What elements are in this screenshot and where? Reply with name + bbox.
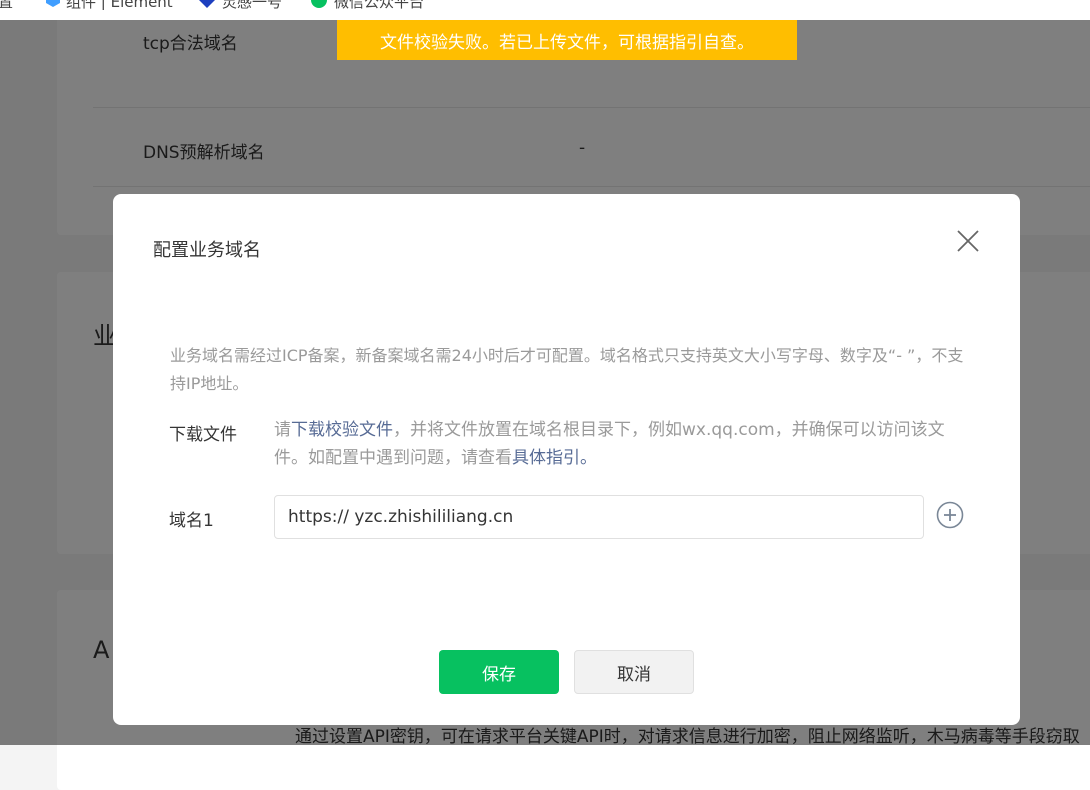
instruction-text: 。 [580, 448, 597, 468]
domain-label: 域名1 [169, 511, 214, 531]
add-domain-icon[interactable] [936, 501, 964, 529]
instruction-text: 请 [274, 420, 291, 440]
download-verify-file-link[interactable]: 下载校验文件 [291, 420, 393, 440]
error-toast: 文件校验失败。若已上传文件，可根据指引自查。 [337, 20, 797, 60]
domain-notice: 业务域名需经过ICP备案，新备案域名需24小时后才可配置。域名格式只支持英文大小… [170, 346, 964, 393]
download-file-label: 下载文件 [169, 425, 237, 445]
cancel-button[interactable]: 取消 [574, 650, 694, 694]
download-instructions: 请下载校验文件，并将文件放置在域名根目录下，例如wx.qq.com，并确保可以访… [274, 416, 974, 472]
domain-input[interactable] [274, 495, 924, 539]
blue-diamond-icon [199, 0, 215, 8]
guide-link[interactable]: 具体指引 [512, 448, 580, 468]
wechat-icon [311, 0, 327, 8]
bookmark-item[interactable]: 置 [0, 0, 13, 12]
save-button[interactable]: 保存 [439, 650, 559, 694]
close-icon[interactable] [951, 224, 985, 258]
element-logo-icon [46, 0, 60, 7]
dialog-title: 配置业务域名 [153, 240, 261, 261]
configure-domain-dialog: 配置业务域名 业务域名需经过ICP备案，新备案域名需24小时后才可配置。域名格式… [113, 194, 1020, 725]
